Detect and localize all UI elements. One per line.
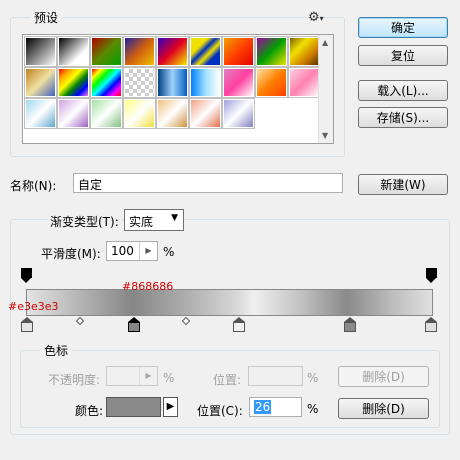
reset-button[interactable]: 复位 [358,45,448,66]
opacity-location-label: 位置: [213,373,242,387]
color-stops-legend: 色标 [40,342,73,359]
preset-swatch[interactable] [189,98,222,129]
load-button[interactable]: 载入(L)... [358,80,448,101]
gradient-type-label: 渐变类型(T): [48,213,121,230]
scroll-down-icon[interactable]: ▼ [322,131,328,140]
smoothness-unit: % [163,245,175,259]
gradient-preview-bar[interactable] [26,289,433,316]
preset-swatch[interactable] [222,67,255,98]
chevron-down-icon: ▼ [171,213,178,223]
preset-swatch[interactable] [189,36,222,67]
preset-swatch[interactable] [24,98,57,129]
delete-opacity-button: 删除(D) [338,366,429,387]
preset-swatch-grid: ▲ ▼ [22,34,334,144]
opacity-stop-right[interactable] [426,268,437,284]
new-button[interactable]: 新建(W) [358,174,448,195]
opacity-stepper-icon: ▶ [139,367,157,385]
gear-icon[interactable]: ⚙▾ [308,10,324,25]
scroll-up-icon[interactable]: ▲ [322,38,328,47]
preset-swatch[interactable] [57,98,90,129]
presets-legend: 预设 [30,9,63,26]
color-stop-selected[interactable] [128,317,140,332]
color-label: 颜色: [75,404,104,418]
opacity-location-unit: % [307,371,319,385]
preset-swatch[interactable] [189,67,222,98]
name-label: 名称(N): [10,179,57,193]
preset-swatch[interactable] [222,98,255,129]
preset-swatch[interactable] [90,98,123,129]
smoothness-value: 100 [111,244,134,258]
color-stop[interactable] [344,317,356,332]
preset-swatch[interactable] [222,36,255,67]
location-value: 26 [254,400,272,414]
ok-button[interactable]: 确定 [358,17,448,38]
presets-scrollbar[interactable]: ▲ ▼ [318,35,333,143]
gradient-type-value: 实底 [129,215,154,229]
preset-swatch[interactable] [255,36,288,67]
opacity-unit: % [163,371,175,385]
delete-color-button[interactable]: 删除(D) [338,398,429,419]
left-color-annotation: #e3e3e3 [8,300,59,313]
color-picker-arrow-icon[interactable]: ▶ [163,397,178,417]
preset-swatch[interactable] [156,67,189,98]
color-stop[interactable] [425,317,437,332]
smoothness-label: 平滑度(M): [41,247,101,261]
preset-swatch[interactable] [288,67,321,98]
preset-swatch[interactable] [255,67,288,98]
preset-swatch[interactable] [24,67,57,98]
preset-swatch[interactable] [57,36,90,67]
mid-color-annotation: #868686 [122,280,174,293]
preset-swatch[interactable] [123,98,156,129]
preset-swatch[interactable] [90,36,123,67]
gradient-type-select[interactable]: 实底 ▼ [124,209,184,231]
color-stop[interactable] [233,317,245,332]
location-input[interactable]: 26 [249,397,302,417]
preset-swatch[interactable] [90,67,123,98]
color-swatch[interactable] [106,397,161,417]
preset-swatch[interactable] [57,67,90,98]
save-button[interactable]: 存储(S)... [358,107,448,128]
preset-swatch[interactable] [156,36,189,67]
preset-swatch[interactable] [288,36,321,67]
opacity-label: 不透明度: [48,373,101,387]
preset-swatch[interactable] [123,67,156,98]
location-label: 位置(C): [197,404,243,418]
smoothness-stepper-icon[interactable]: ▶ [139,242,157,260]
name-input[interactable]: 自定 [73,173,343,193]
preset-swatch[interactable] [24,36,57,67]
opacity-location-input [248,366,303,386]
preset-swatch[interactable] [123,36,156,67]
location-unit: % [307,402,319,416]
preset-swatch[interactable] [156,98,189,129]
color-stop[interactable] [21,317,33,332]
opacity-input: ▶ [106,366,158,386]
opacity-stop-left[interactable] [21,268,32,284]
smoothness-input[interactable]: 100 ▶ [106,241,158,261]
